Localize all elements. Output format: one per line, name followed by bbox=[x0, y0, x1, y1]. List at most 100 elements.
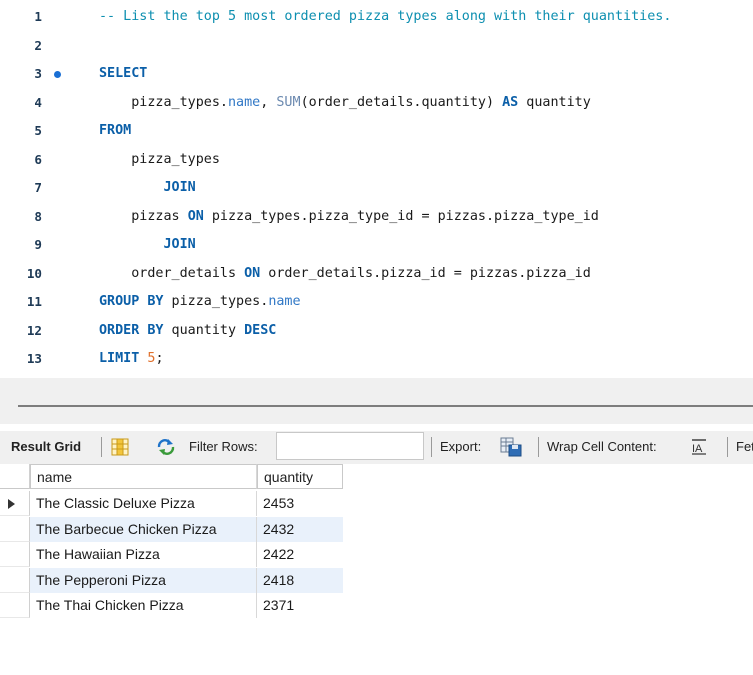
table-row[interactable]: The Classic Deluxe Pizza 2453 bbox=[0, 491, 343, 516]
sql-editor[interactable]: 1 -- List the top 5 most ordered pizza ty… bbox=[0, 0, 753, 378]
refresh-icon[interactable] bbox=[155, 438, 177, 459]
cell-name[interactable]: The Barbecue Chicken Pizza bbox=[30, 516, 257, 542]
code-line[interactable]: 3 SELECT bbox=[0, 60, 753, 88]
code-text: LIMIT 5; bbox=[99, 345, 164, 373]
line-number: 1 bbox=[34, 9, 42, 24]
line-number: 3 bbox=[34, 66, 42, 81]
column-header-name[interactable]: name bbox=[30, 464, 257, 489]
toolbar-separator bbox=[431, 437, 432, 457]
code-line[interactable]: 10 order_details ON order_details.pizza_… bbox=[0, 260, 753, 288]
code-line[interactable]: 7 JOIN bbox=[0, 174, 753, 202]
row-header[interactable] bbox=[0, 593, 30, 618]
code-text: JOIN bbox=[99, 174, 196, 202]
code-token: order_details.pizza_id = pizzas.pizza_id bbox=[260, 265, 591, 281]
code-text: pizza_types bbox=[99, 146, 220, 174]
cell-name[interactable]: The Pepperoni Pizza bbox=[30, 567, 257, 593]
code-text: -- List the top 5 most ordered pizza typ… bbox=[99, 3, 671, 31]
code-line[interactable]: 9 JOIN bbox=[0, 231, 753, 259]
cell-name[interactable]: The Thai Chicken Pizza bbox=[30, 593, 257, 618]
code-text: pizzas ON pizza_types.pizza_type_id = pi… bbox=[99, 203, 599, 231]
svg-text:IA: IA bbox=[692, 443, 703, 455]
line-number: 6 bbox=[34, 151, 42, 167]
line-number: 11 bbox=[26, 294, 42, 309]
filter-rows-input[interactable] bbox=[276, 432, 424, 460]
code-token: pizzas bbox=[99, 208, 188, 224]
code-token: -- List the top 5 most ordered pizza typ… bbox=[99, 9, 672, 24]
code-token: pizza_types bbox=[99, 151, 220, 167]
code-line[interactable]: 1 -- List the top 5 most ordered pizza ty… bbox=[0, 3, 753, 31]
cell-quantity[interactable]: 2371 bbox=[257, 593, 343, 618]
row-header[interactable] bbox=[0, 567, 30, 593]
cell-quantity[interactable]: 2432 bbox=[257, 517, 343, 542]
statement-marker-icon[interactable] bbox=[54, 71, 61, 78]
code-line[interactable]: 12 ORDER BY quantity DESC bbox=[0, 317, 753, 345]
code-token: ; bbox=[155, 351, 164, 366]
result-grid-tab[interactable]: Result Grid bbox=[11, 439, 81, 454]
code-token: ON bbox=[244, 265, 261, 281]
row-header[interactable] bbox=[0, 542, 30, 567]
export-label: Export: bbox=[440, 439, 482, 454]
toolbar-separator bbox=[538, 437, 539, 457]
code-text: ORDER BY quantity DESC bbox=[99, 317, 276, 345]
line-number: 9 bbox=[34, 237, 42, 252]
table-row[interactable]: The Pepperoni Pizza 2418 bbox=[0, 567, 343, 593]
code-text: SELECT bbox=[99, 60, 147, 88]
table-row[interactable]: The Thai Chicken Pizza 2371 bbox=[0, 593, 343, 618]
code-text: pizza_types.name, SUM(order_details.quan… bbox=[99, 89, 591, 117]
cell-quantity[interactable]: 2418 bbox=[257, 568, 343, 593]
code-line[interactable]: 2 bbox=[0, 32, 753, 60]
code-text: GROUP BY pizza_types.name bbox=[99, 288, 301, 316]
code-token: SUM bbox=[276, 94, 301, 110]
code-token: LIMIT bbox=[99, 351, 140, 366]
cell-name[interactable]: The Classic Deluxe Pizza bbox=[30, 491, 257, 516]
table-row[interactable]: The Hawaiian Pizza 2422 bbox=[0, 542, 343, 567]
current-row-arrow-icon bbox=[8, 499, 15, 509]
splitter-line bbox=[18, 405, 753, 407]
panel-splitter[interactable] bbox=[0, 378, 753, 424]
grid-view-icon[interactable] bbox=[111, 438, 129, 459]
code-token: name bbox=[228, 94, 261, 110]
row-header-corner bbox=[0, 464, 30, 489]
code-token: SELECT bbox=[99, 66, 148, 81]
code-line[interactable]: 4 pizza_types.name, SUM(order_details.qu… bbox=[0, 89, 753, 117]
grid-header-row: name quantity bbox=[0, 464, 343, 489]
row-header[interactable] bbox=[0, 516, 30, 542]
code-token: GROUP BY bbox=[99, 294, 164, 309]
line-number: 5 bbox=[34, 123, 42, 138]
filter-rows-label: Filter Rows: bbox=[189, 439, 258, 454]
line-number: 13 bbox=[26, 351, 42, 366]
cell-quantity[interactable]: 2422 bbox=[257, 542, 343, 567]
code-text: JOIN bbox=[99, 231, 196, 259]
line-number: 7 bbox=[34, 180, 42, 195]
code-line[interactable]: 13 LIMIT 5; bbox=[0, 345, 753, 373]
table-row[interactable]: The Barbecue Chicken Pizza 2432 bbox=[0, 516, 343, 542]
wrap-cell-label: Wrap Cell Content: bbox=[547, 439, 657, 454]
code-token: pizza_types.pizza_type_id = pizzas.pizza… bbox=[203, 208, 599, 224]
cell-name[interactable]: The Hawaiian Pizza bbox=[30, 542, 257, 567]
code-token: pizza_types. bbox=[163, 294, 269, 309]
code-token: quantity bbox=[163, 322, 245, 338]
row-header[interactable] bbox=[0, 491, 30, 516]
code-line[interactable]: 8 pizzas ON pizza_types.pizza_type_id = … bbox=[0, 203, 753, 231]
column-header-quantity[interactable]: quantity bbox=[257, 464, 343, 489]
code-token: JOIN bbox=[163, 237, 196, 252]
code-token: ON bbox=[187, 208, 204, 224]
fetch-label: Fet bbox=[736, 439, 753, 454]
code-text: FROM bbox=[99, 117, 131, 145]
result-toolbar: Result Grid Filter Rows: Export: Wrap Ce… bbox=[0, 431, 753, 464]
toolbar-separator bbox=[727, 437, 728, 457]
code-line[interactable]: 11 GROUP BY pizza_types.name bbox=[0, 288, 753, 316]
line-number: 10 bbox=[26, 265, 42, 281]
code-line[interactable]: 5 FROM bbox=[0, 117, 753, 145]
code-line[interactable]: 6 pizza_types bbox=[0, 146, 753, 174]
code-token: (order_details.quantity) bbox=[300, 94, 503, 110]
code-token: JOIN bbox=[163, 180, 196, 195]
export-icon[interactable] bbox=[500, 437, 522, 460]
code-text: order_details ON order_details.pizza_id … bbox=[99, 260, 591, 288]
cell-quantity[interactable]: 2453 bbox=[257, 491, 343, 516]
code-token: name bbox=[268, 294, 301, 309]
line-number: 12 bbox=[26, 322, 42, 338]
code-token: ORDER BY bbox=[99, 322, 164, 338]
wrap-cell-icon[interactable]: IA bbox=[691, 438, 707, 459]
